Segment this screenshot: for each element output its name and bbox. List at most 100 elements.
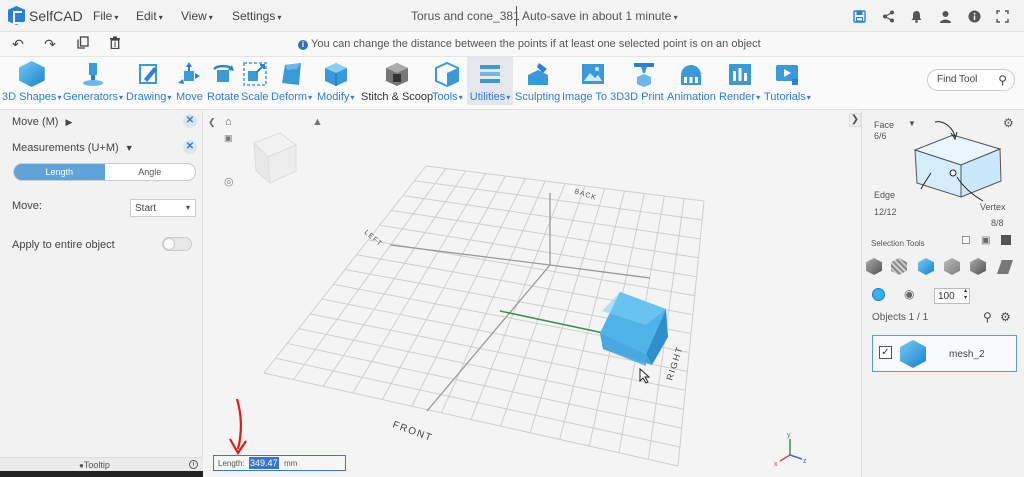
- autosave-status[interactable]: Auto-save in about 1 minute: [522, 9, 678, 23]
- tool-deform[interactable]: Deform: [271, 61, 312, 103]
- segment-length[interactable]: Length: [14, 164, 105, 180]
- collapse-right-panel-icon[interactable]: ❯: [849, 113, 861, 127]
- selected-cube[interactable]: [600, 292, 668, 373]
- tool-rotate[interactable]: Rotate: [207, 61, 239, 103]
- select-object-icon[interactable]: ▣: [981, 235, 990, 246]
- lighting-icon[interactable]: ▲: [312, 116, 323, 128]
- object-thumbnail-cube-icon: [900, 340, 926, 368]
- edge-label: Edge: [874, 190, 896, 200]
- object-list-item[interactable]: ✓ mesh_2: [872, 335, 1017, 372]
- user-icon[interactable]: [937, 8, 953, 24]
- tool-3d-shapes[interactable]: 3D Shapes: [2, 61, 61, 103]
- tool-move[interactable]: Move: [176, 61, 203, 103]
- stitch-scoop-icon: [384, 61, 410, 87]
- tool-scale[interactable]: Scale: [241, 61, 269, 103]
- tool-render[interactable]: Render: [719, 61, 760, 103]
- save-icon[interactable]: [851, 8, 867, 24]
- tool-generators[interactable]: Generators: [63, 61, 123, 103]
- selection-tools-label: Selection Tools: [871, 239, 925, 248]
- length-label: Length:: [218, 459, 245, 468]
- tool-animation[interactable]: Animation: [667, 61, 716, 103]
- find-tool-search[interactable]: Find Tool ⚲: [927, 69, 1015, 91]
- move-header[interactable]: Move (M) ▶: [12, 116, 72, 128]
- fullscreen-icon[interactable]: [994, 8, 1010, 24]
- object-visibility-checkbox[interactable]: ✓: [879, 346, 892, 359]
- tool-label: Move: [176, 91, 203, 103]
- home-icon[interactable]: ⌂: [225, 116, 232, 128]
- title-divider: [516, 6, 517, 26]
- menu-file[interactable]: File: [93, 9, 118, 23]
- select-box-icon[interactable]: [962, 236, 970, 244]
- menu-view[interactable]: View: [181, 9, 213, 23]
- label-left: LEFT: [363, 229, 384, 248]
- tool-stitch-scoop[interactable]: Stitch & Scoop: [361, 61, 433, 103]
- redo-icon[interactable]: ↷: [42, 36, 58, 52]
- trash-icon[interactable]: [107, 36, 123, 52]
- camera-icon[interactable]: ▣: [224, 133, 233, 143]
- cube-icon: [18, 61, 45, 87]
- apply-entire-label: Apply to entire object: [12, 239, 115, 251]
- hint-text: You can change the distance between the …: [311, 38, 761, 50]
- move-select[interactable]: Start: [130, 199, 196, 217]
- tool-image-to-3d[interactable]: Image To 3D: [562, 61, 624, 103]
- app-logo[interactable]: SelfCAD: [8, 6, 83, 25]
- 3d-viewport[interactable]: BACK LEFT FRONT RIGHT ⌂ ▣ ◎ ▲ y x z: [204, 111, 860, 477]
- tooltip-info-icon[interactable]: i: [189, 460, 198, 469]
- tool-label: Deform: [271, 91, 312, 103]
- annotation-arrow: [229, 398, 247, 456]
- axis-y-label: y: [787, 432, 791, 439]
- view-cube[interactable]: [253, 132, 297, 185]
- copy-icon[interactable]: [75, 36, 91, 52]
- tool-label: Scale: [241, 91, 269, 103]
- scene-canvas[interactable]: BACK LEFT FRONT RIGHT ⌂ ▣ ◎ ▲ y x z: [204, 111, 860, 477]
- label-front: FRONT: [391, 419, 434, 444]
- tool-sculpting[interactable]: Sculpting: [515, 61, 560, 103]
- render-icon: [727, 61, 753, 87]
- collapse-left-panel-icon[interactable]: ❮: [208, 117, 218, 127]
- apply-entire-toggle[interactable]: [162, 237, 192, 251]
- tool-3d-print[interactable]: 3D Print: [624, 61, 664, 103]
- close-move-icon[interactable]: ✕: [183, 114, 197, 128]
- tool-utilities[interactable]: Utilities: [467, 57, 513, 105]
- brush-texture-icon[interactable]: ◉: [904, 287, 914, 301]
- length-input-box: Length: mm: [213, 455, 346, 471]
- drawing-icon: [136, 61, 162, 87]
- orbit-icon[interactable]: ◎: [224, 176, 234, 188]
- segment-angle[interactable]: Angle: [105, 164, 196, 180]
- label-right: RIGHT: [664, 345, 684, 382]
- utilities-icon: [477, 61, 503, 87]
- tool-label: Tools: [432, 91, 463, 103]
- tooltip-bar[interactable]: Tooltip i: [0, 457, 203, 471]
- document-title[interactable]: Torus and cone_381: [411, 9, 520, 23]
- tool-label: 3D Shapes: [2, 91, 61, 103]
- image-to-3d-icon: [580, 61, 606, 87]
- select-filled-icon[interactable]: [1001, 235, 1011, 245]
- tool-label: 3D Print: [624, 91, 664, 103]
- tool-label: Stitch & Scoop: [361, 91, 434, 103]
- measurements-header[interactable]: Measurements (U+M) ▼: [12, 142, 134, 154]
- tool-tools[interactable]: Tools: [432, 61, 463, 103]
- close-measurements-icon[interactable]: ✕: [183, 140, 197, 154]
- axis-z-label: z: [803, 458, 807, 465]
- brush-size-stepper[interactable]: 100: [934, 288, 970, 304]
- edit-bar: ↶ ↷ i You can change the distance between…: [0, 32, 1024, 57]
- brush-circle-icon[interactable]: [872, 288, 885, 301]
- undo-icon[interactable]: ↶: [10, 36, 26, 52]
- tool-tutorials[interactable]: Tutorials: [764, 61, 811, 103]
- animation-icon: [678, 61, 704, 87]
- tool-drawing[interactable]: Drawing: [126, 61, 171, 103]
- printer-icon: [631, 61, 657, 87]
- tool-modify[interactable]: Modify: [317, 61, 354, 103]
- menu-settings[interactable]: Settings: [232, 9, 281, 23]
- share-icon[interactable]: [880, 8, 896, 24]
- objects-settings-icon[interactable]: ⚙: [1000, 310, 1011, 324]
- move-select-value: Start: [135, 203, 157, 214]
- objects-search-icon[interactable]: ⚲: [983, 310, 992, 324]
- menu-edit[interactable]: Edit: [136, 9, 163, 23]
- tutorials-icon: [774, 61, 800, 87]
- rotate-icon: [210, 61, 236, 87]
- bell-icon[interactable]: [908, 8, 924, 24]
- info-icon[interactable]: [966, 8, 982, 24]
- length-input[interactable]: [249, 457, 279, 469]
- tool-label: Drawing: [126, 91, 171, 103]
